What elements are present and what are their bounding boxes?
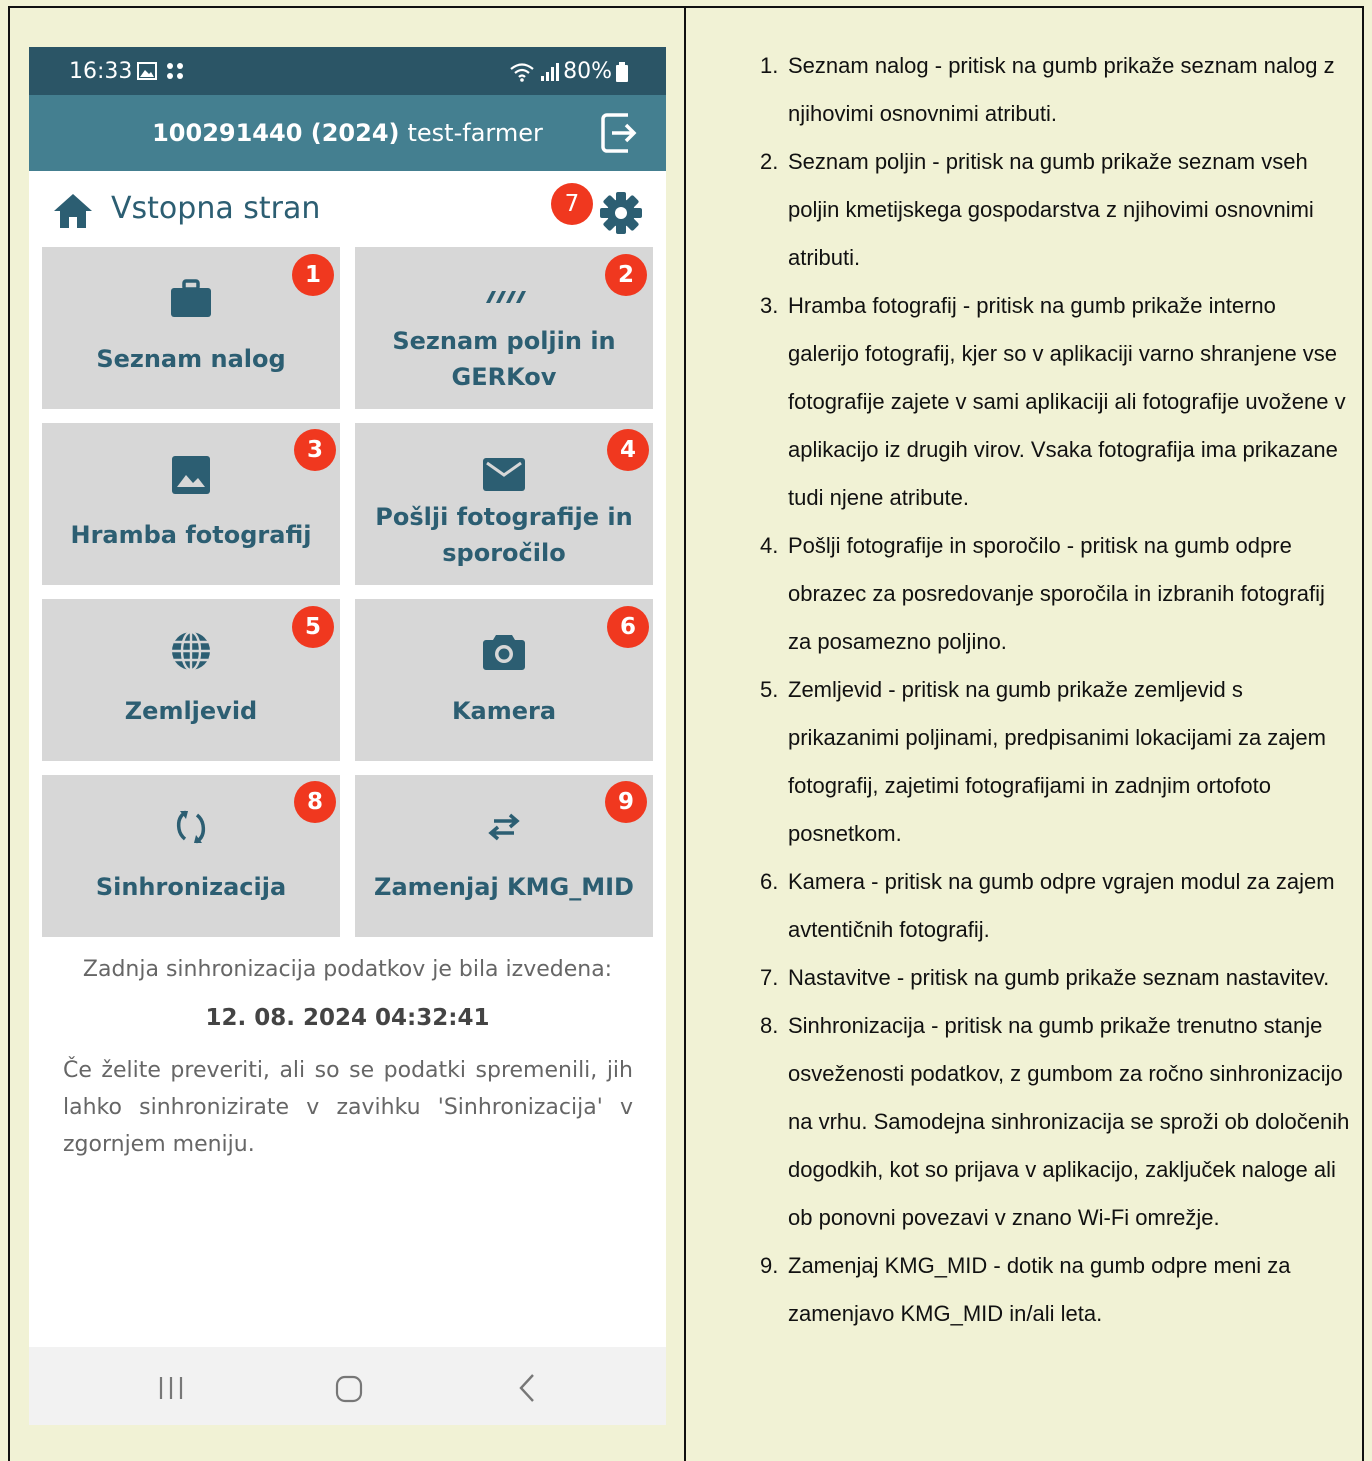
field-icon [486,291,526,303]
gear-icon[interactable] [599,191,643,235]
status-time: 16:33 [69,59,133,84]
battery-icon [616,61,628,82]
feature-description-list: 1. Seznam nalog - pritisk na gumb prikaže… [760,42,1350,1338]
wifi-icon [510,62,534,82]
home-button-icon[interactable] [335,1375,363,1403]
list-item: 6. Kamera - pritisk na gumb odpre vgrajen… [760,869,1335,942]
tile-seznam-nalog[interactable]: Seznam nalog 1 [42,247,340,409]
tile-label: Hramba fotografij [70,521,312,549]
grid-icon [167,63,183,79]
image-icon [172,456,210,494]
sync-info-text: Zadnja sinhronizacija podatkov je bila i… [82,957,613,982]
list-item: 7. Nastavitve - pritisk na gumb prikaže s… [760,965,1330,990]
page-header: Vstopna stran 7 [29,171,666,247]
tile-zemljevid[interactable]: Zemljevid 5 [42,599,340,761]
user-name: test-farmer [407,119,543,147]
tile-label: Zemljevid [124,697,258,725]
gallery-icon [137,62,157,80]
sync-date: 12. 08. 2024 04:32:41 [205,1005,490,1031]
tile-label: Seznam poljin in GERKov [392,327,616,391]
status-bar: 16:33 80% [29,47,666,95]
back-icon[interactable] [517,1373,539,1403]
briefcase-icon [171,279,211,317]
tile-badge: 8 [294,781,336,823]
android-nav-bar [29,1347,666,1425]
list-item: 5. Zemljevid - pritisk na gumb prikaže ze… [760,677,1326,846]
tile-label: Pošlji fotografije in sporočilo [375,503,633,567]
tile-badge: 9 [605,781,647,823]
swap-icon [488,813,520,841]
globe-icon [172,630,210,672]
tile-sinhronizacija[interactable]: Sinhronizacija 8 [42,775,340,937]
tile-badge: 5 [292,606,334,648]
camera-icon [483,635,525,670]
signal-icon [541,62,560,81]
recent-apps-icon[interactable] [157,1375,185,1401]
tile-badge: 4 [607,429,649,471]
column-divider [684,6,686,1461]
tile-label: Zamenjaj KMG_MID [374,873,634,901]
tile-label: Seznam nalog [96,345,286,373]
tile-label: Kamera [451,697,557,725]
phone-screen: 16:33 80% 100291440 (2024) test-farmer V… [29,47,666,1425]
home-icon[interactable] [53,193,93,229]
farm-id-year: 100291440 (2024) [152,119,400,147]
tile-badge: 1 [292,254,334,296]
tile-badge: 3 [294,429,336,471]
list-item: 8. Sinhronizacija - pritisk na gumb prika… [760,1013,1350,1230]
mail-icon [483,458,525,491]
tile-label: Sinhronizacija [95,873,287,901]
tile-poslji-fotografije[interactable]: Pošlji fotografije in sporočilo 4 [355,423,653,585]
tile-hramba-fotografij[interactable]: Hramba fotografij 3 [42,423,340,585]
page-title: Vstopna stran [111,191,321,226]
tile-seznam-poljin[interactable]: Seznam poljin in GERKov 2 [355,247,653,409]
battery-percent: 80% [563,59,612,84]
app-bar: 100291440 (2024) test-farmer [29,95,666,171]
list-item: 3. Hramba fotografij - pritisk na gumb pr… [760,293,1346,510]
list-item: 9. Zamenjaj KMG_MID - dotik na gumb odpre… [760,1253,1291,1326]
sync-icon [176,810,206,844]
tile-badge: 6 [607,606,649,648]
sync-help-text: Če želite preveriti, ali so se podatki s… [63,1058,633,1157]
list-item: 1. Seznam nalog - pritisk na gumb prikaže… [760,53,1335,126]
tile-kamera[interactable]: Kamera 6 [355,599,653,761]
list-item: 2. Seznam poljin - pritisk na gumb prikaž… [760,149,1314,270]
tile-zamenjaj-kmg-mid[interactable]: Zamenjaj KMG_MID 9 [355,775,653,937]
tile-badge: 2 [605,254,647,296]
list-item: 4. Pošlji fotografije in sporočilo - prit… [760,533,1325,654]
settings-badge: 7 [551,183,593,225]
logout-icon[interactable] [600,112,642,154]
